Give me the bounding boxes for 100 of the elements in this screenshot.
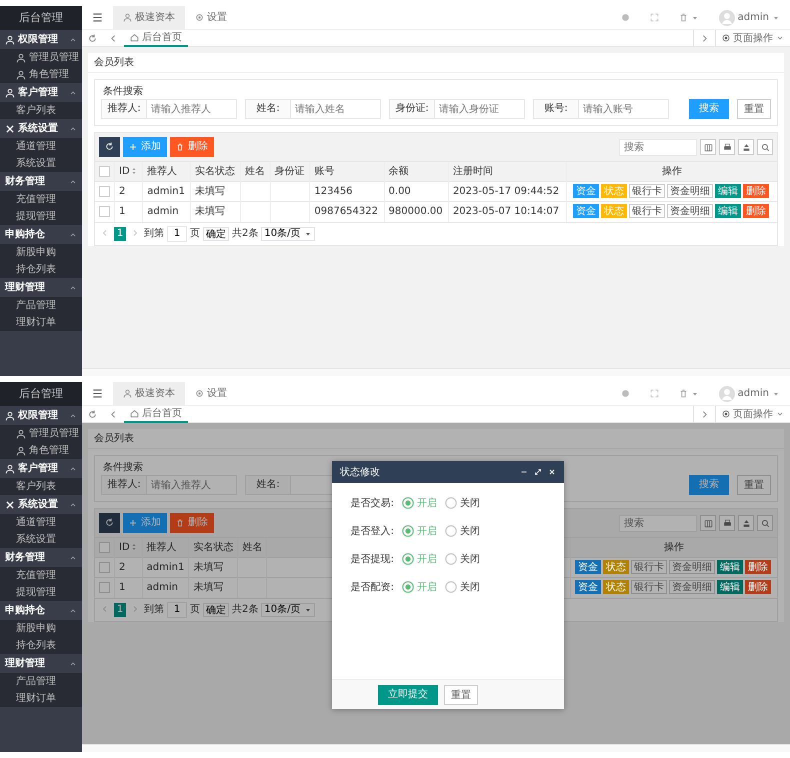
input-field[interactable]: 请输入推荐人: [147, 475, 237, 495]
row-checkbox[interactable]: [99, 186, 110, 197]
confirm-button[interactable]: 确定: [203, 226, 229, 240]
sidebar-item[interactable]: 管理员管理: [0, 49, 82, 66]
header-tab[interactable]: 设置: [185, 6, 237, 30]
print-button[interactable]: [719, 515, 735, 531]
search-field[interactable]: 搜索: [619, 514, 697, 532]
search-field[interactable]: 搜索: [619, 138, 697, 156]
page-input[interactable]: 1: [167, 226, 187, 242]
radio-option[interactable]: 关闭: [445, 552, 480, 566]
sidebar-item[interactable]: 持仓列表: [0, 637, 82, 654]
action-button[interactable]: 资金明细: [669, 580, 715, 594]
columns-button[interactable]: [700, 515, 716, 531]
action-button[interactable]: 资金: [575, 580, 601, 594]
input-field[interactable]: 请输入推荐人: [147, 99, 237, 119]
sidebar-item[interactable]: 提现管理: [0, 208, 82, 225]
user-icon: [5, 410, 15, 420]
radio-option[interactable]: 关闭: [445, 580, 480, 594]
sidebar-item[interactable]: 提现管理: [0, 584, 82, 601]
action-button[interactable]: 删除: [745, 560, 771, 574]
sidebar-item[interactable]: 管理员管理: [0, 425, 82, 442]
columns-button[interactable]: [700, 139, 716, 155]
input-field[interactable]: 请输入账号: [579, 99, 669, 119]
action-button[interactable]: 银行卡: [631, 580, 667, 594]
header-tab[interactable]: 极速资本: [113, 6, 185, 30]
confirm-button[interactable]: 确定: [203, 602, 229, 616]
sidebar-item[interactable]: 角色管理: [0, 66, 82, 83]
sidebar-item[interactable]: 客户列表: [0, 478, 82, 495]
action-button[interactable]: 编辑: [714, 204, 741, 218]
sidebar-item[interactable]: 新股申购: [0, 244, 82, 261]
sidebar-item[interactable]: 理财订单: [0, 314, 82, 331]
action-button[interactable]: 银行卡: [628, 204, 665, 218]
select-all-checkbox[interactable]: [99, 166, 110, 177]
caret-up-icon: [69, 412, 77, 420]
print-button[interactable]: [719, 139, 735, 155]
page-input[interactable]: 1: [167, 602, 187, 618]
page-button[interactable]: 1: [114, 226, 126, 240]
sidebar-item[interactable]: 充值管理: [0, 567, 82, 584]
action-button[interactable]: 资金明细: [669, 560, 715, 574]
user-icon: [16, 428, 26, 438]
user-menu[interactable]: admin: [708, 382, 790, 406]
refresh-button[interactable]: [99, 513, 120, 533]
form-label: 是否交易:: [350, 496, 394, 510]
page-size-select[interactable]: 10条/页: [261, 602, 316, 616]
action-button[interactable]: 资金明细: [666, 204, 713, 218]
row-checkbox[interactable]: [99, 206, 110, 218]
radio-option[interactable]: 关闭: [445, 524, 480, 538]
sidebar-item[interactable]: 客户列表: [0, 102, 82, 119]
header-tab[interactable]: 设置: [185, 382, 237, 406]
home-icon: [130, 408, 139, 418]
sidebar-item[interactable]: 通道管理: [0, 514, 82, 531]
reset-button[interactable]: 重置: [737, 475, 771, 495]
sidebar-item[interactable]: 产品管理: [0, 673, 82, 690]
close-icon: [548, 468, 556, 476]
action-button[interactable]: 银行卡: [631, 560, 667, 574]
table-cell: 0.00: [388, 186, 411, 197]
page-size-select[interactable]: 10条/页: [261, 226, 316, 240]
export-button[interactable]: [738, 139, 754, 155]
table-cell: 0987654322: [314, 206, 378, 218]
action-button[interactable]: 编辑: [717, 580, 743, 594]
action-button[interactable]: 银行卡: [628, 184, 665, 198]
submit-button[interactable]: 立即提交: [378, 684, 438, 704]
sidebar-title: 后台管理: [0, 382, 82, 406]
reset-button[interactable]: 重置: [737, 99, 771, 119]
sidebar-item[interactable]: 系统设置: [0, 531, 82, 548]
chevron-right-icon: [131, 228, 139, 237]
sidebar-item[interactable]: 通道管理: [0, 138, 82, 155]
row-checkbox[interactable]: [99, 582, 110, 594]
chevron-left-icon: [101, 604, 109, 613]
export-button[interactable]: [738, 515, 754, 531]
refresh-button[interactable]: [99, 137, 120, 157]
table-cell: 2023-05-07 10:14:07: [452, 206, 560, 218]
select-all-checkbox[interactable]: [99, 542, 110, 553]
search-button[interactable]: [757, 515, 773, 531]
close-button[interactable]: [548, 468, 556, 476]
search-button[interactable]: [757, 139, 773, 155]
action-button[interactable]: 编辑: [717, 560, 743, 574]
column-header: 身份证: [274, 166, 305, 177]
sidebar-item[interactable]: 持仓列表: [0, 261, 82, 278]
row-checkbox[interactable]: [99, 562, 110, 573]
action-button[interactable]: 资金明细: [666, 184, 713, 198]
input-field[interactable]: 请输入姓名: [291, 99, 381, 119]
maximize-button[interactable]: [534, 468, 542, 476]
action-button[interactable]: 删除: [745, 580, 771, 594]
sidebar-item[interactable]: 系统设置: [0, 155, 82, 172]
table-cell: admin1: [146, 562, 184, 573]
radio-option[interactable]: 关闭: [445, 496, 480, 510]
sidebar-item[interactable]: 充值管理: [0, 191, 82, 208]
user-menu[interactable]: admin: [708, 6, 790, 30]
sidebar-item[interactable]: 新股申购: [0, 620, 82, 637]
sidebar-item[interactable]: 角色管理: [0, 442, 82, 459]
action-button[interactable]: 资金: [575, 560, 601, 574]
table-cell: 123456: [314, 186, 353, 197]
header-tab[interactable]: 极速资本: [113, 382, 185, 406]
action-button[interactable]: 编辑: [714, 184, 741, 198]
input-field[interactable]: 请输入身份证: [435, 99, 525, 119]
reset-button[interactable]: 重置: [444, 684, 478, 704]
sidebar-item[interactable]: 理财订单: [0, 690, 82, 707]
print-icon: [722, 142, 732, 152]
sidebar-item[interactable]: 产品管理: [0, 297, 82, 314]
